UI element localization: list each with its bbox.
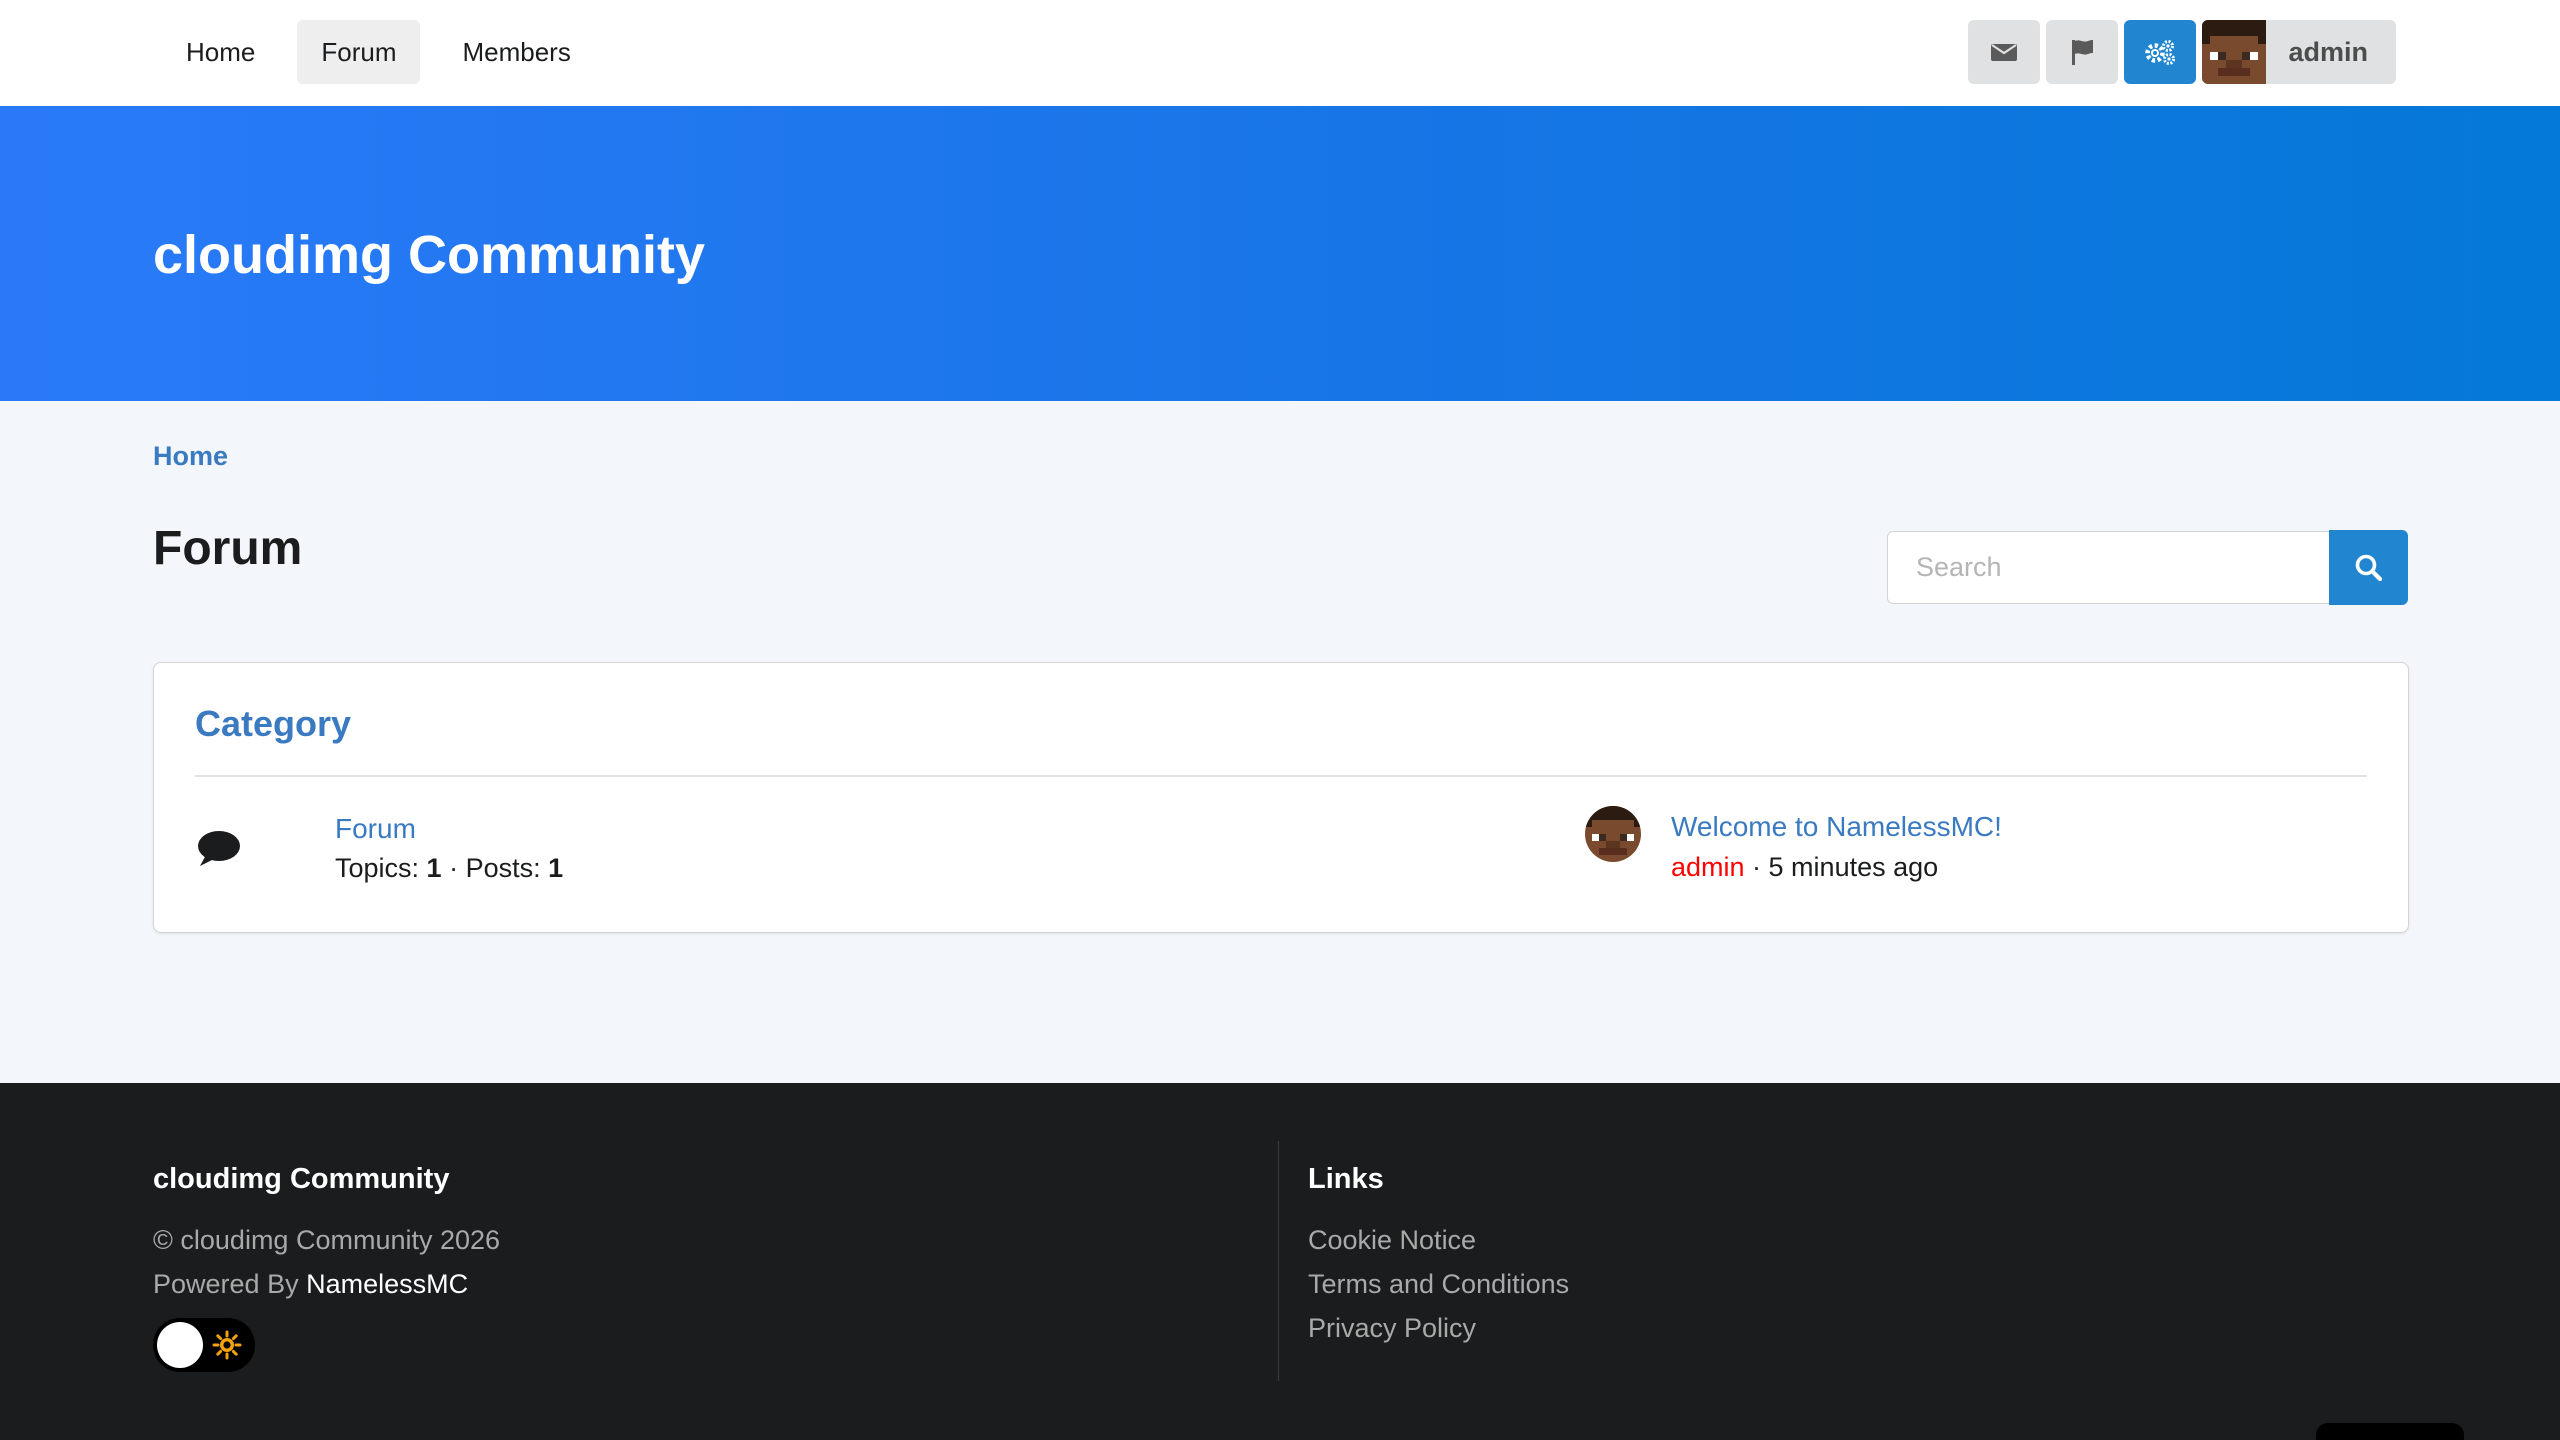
footer-site-name: cloudimg Community (153, 1163, 450, 1195)
latest-post-meta: admin · 5 minutes ago (1671, 852, 1938, 883)
main-content: Home Forum Category Forum Topics: 1 · Po… (0, 401, 2560, 1080)
footer: cloudimg Community © cloudimg Community … (0, 1083, 2560, 1440)
posts-label: · Posts: (441, 853, 549, 883)
latest-post-avatar[interactable] (1585, 806, 1641, 862)
latest-post-author[interactable]: admin (1671, 852, 1745, 882)
search-input[interactable] (1887, 531, 2329, 604)
category-title[interactable]: Category (195, 703, 351, 745)
topics-label: Topics: (335, 853, 427, 883)
footer-copyright: © cloudimg Community 2026 (153, 1225, 501, 1255)
top-navbar: Home Forum Members admin (0, 0, 2560, 106)
avatar (2202, 20, 2267, 84)
forum-link[interactable]: Forum (335, 813, 416, 845)
privacy-policy-link[interactable]: Privacy Policy (1308, 1306, 1569, 1350)
dark-mode-toggle[interactable] (153, 1318, 255, 1372)
forum-category-card: Category Forum Topics: 1 · Posts: 1 Welc… (153, 662, 2409, 933)
breadcrumb-home[interactable]: Home (153, 441, 228, 472)
posts-count: 1 (548, 853, 564, 883)
topics-count: 1 (426, 853, 442, 883)
powered-by-label: Powered By (153, 1269, 307, 1299)
latest-post-time: · 5 minutes ago (1744, 852, 1939, 882)
corner-widget[interactable] (2316, 1423, 2464, 1440)
messages-button[interactable] (1968, 20, 2041, 84)
footer-powered-by: Powered By NamelessMC (153, 1262, 500, 1306)
nav-links: Home Forum Members (162, 20, 595, 84)
toggle-knob (157, 1322, 203, 1368)
reports-button[interactable] (2046, 20, 2119, 84)
site-title: cloudimg Community (153, 225, 705, 285)
nav-user-actions: admin (1968, 20, 2396, 84)
page-title: Forum (153, 522, 303, 575)
nav-forum-link[interactable]: Forum (297, 20, 421, 84)
comment-icon (196, 828, 242, 875)
staff-panel-button[interactable] (2124, 20, 2197, 84)
card-divider (195, 775, 2367, 777)
nav-home-link[interactable]: Home (162, 20, 279, 84)
terms-link[interactable]: Terms and Conditions (1308, 1262, 1569, 1306)
forum-stats: Topics: 1 · Posts: 1 (335, 853, 563, 884)
username-label: admin (2288, 36, 2368, 67)
footer-divider (1278, 1141, 1279, 1381)
cogs-icon (2145, 40, 2176, 65)
envelope-icon (1991, 44, 2018, 61)
sun-icon (212, 1330, 242, 1360)
flag-icon (2072, 40, 2094, 65)
footer-about: cloudimg Community © cloudimg Community … (153, 1163, 500, 1372)
footer-links: Links Cookie Notice Terms and Conditions… (1308, 1163, 1569, 1350)
latest-post-link[interactable]: Welcome to NamelessMC! (1671, 811, 2002, 843)
hero-banner: cloudimg Community (0, 106, 2560, 401)
search-form (1887, 530, 2408, 605)
namelessmc-link[interactable]: NamelessMC (306, 1269, 468, 1299)
cookie-notice-link[interactable]: Cookie Notice (1308, 1218, 1569, 1262)
nav-members-link[interactable]: Members (438, 20, 594, 84)
user-menu-button[interactable]: admin (2202, 20, 2396, 84)
search-icon (2355, 554, 2382, 581)
footer-links-heading: Links (1308, 1163, 1384, 1195)
search-button[interactable] (2329, 530, 2408, 605)
